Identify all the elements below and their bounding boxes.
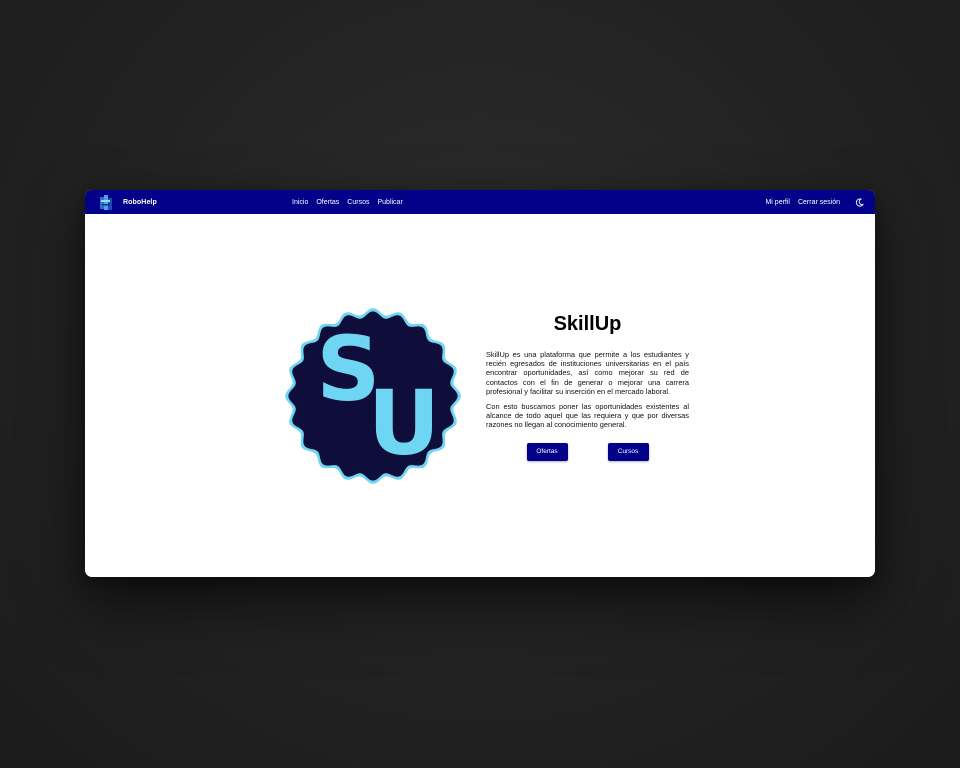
navbar: RoboHelp Inicio Ofertas Cursos Publicar … — [85, 190, 875, 214]
robot-logo-icon — [100, 195, 112, 210]
about-section: SkillUp SkillUp es una plataforma que pe… — [486, 312, 689, 461]
nav-link-ofertas[interactable]: Ofertas — [316, 199, 339, 206]
badge-letter-u: U — [368, 371, 440, 475]
nav-link-profile[interactable]: Mi perfil — [765, 199, 790, 206]
nav-link-logout[interactable]: Cerrar sesión — [798, 199, 840, 206]
ofertas-button[interactable]: Ofertas — [526, 442, 568, 461]
about-paragraph-2: Con esto buscamos poner las oportunidade… — [486, 402, 689, 430]
action-buttons: Ofertas Cursos — [486, 442, 689, 461]
skillup-badge-icon: S U — [285, 308, 461, 484]
brand-name: RoboHelp — [123, 198, 157, 206]
brand-link[interactable]: RoboHelp — [99, 193, 157, 211]
app-window: RoboHelp Inicio Ofertas Cursos Publicar … — [85, 190, 875, 577]
nav-link-publicar[interactable]: Publicar — [377, 199, 402, 206]
nav-link-inicio[interactable]: Inicio — [292, 199, 308, 206]
page-title: SkillUp — [553, 313, 622, 335]
nav-link-cursos[interactable]: Cursos — [347, 199, 369, 206]
cursos-button[interactable]: Cursos — [607, 442, 649, 461]
nav-user-menu: Mi perfil Cerrar sesión — [765, 190, 865, 214]
theme-toggle-button[interactable] — [853, 196, 865, 208]
nav-links: Inicio Ofertas Cursos Publicar — [292, 190, 411, 214]
moon-icon — [855, 197, 864, 207]
about-paragraph-1: SkillUp es una plataforma que permite a … — [486, 350, 689, 396]
